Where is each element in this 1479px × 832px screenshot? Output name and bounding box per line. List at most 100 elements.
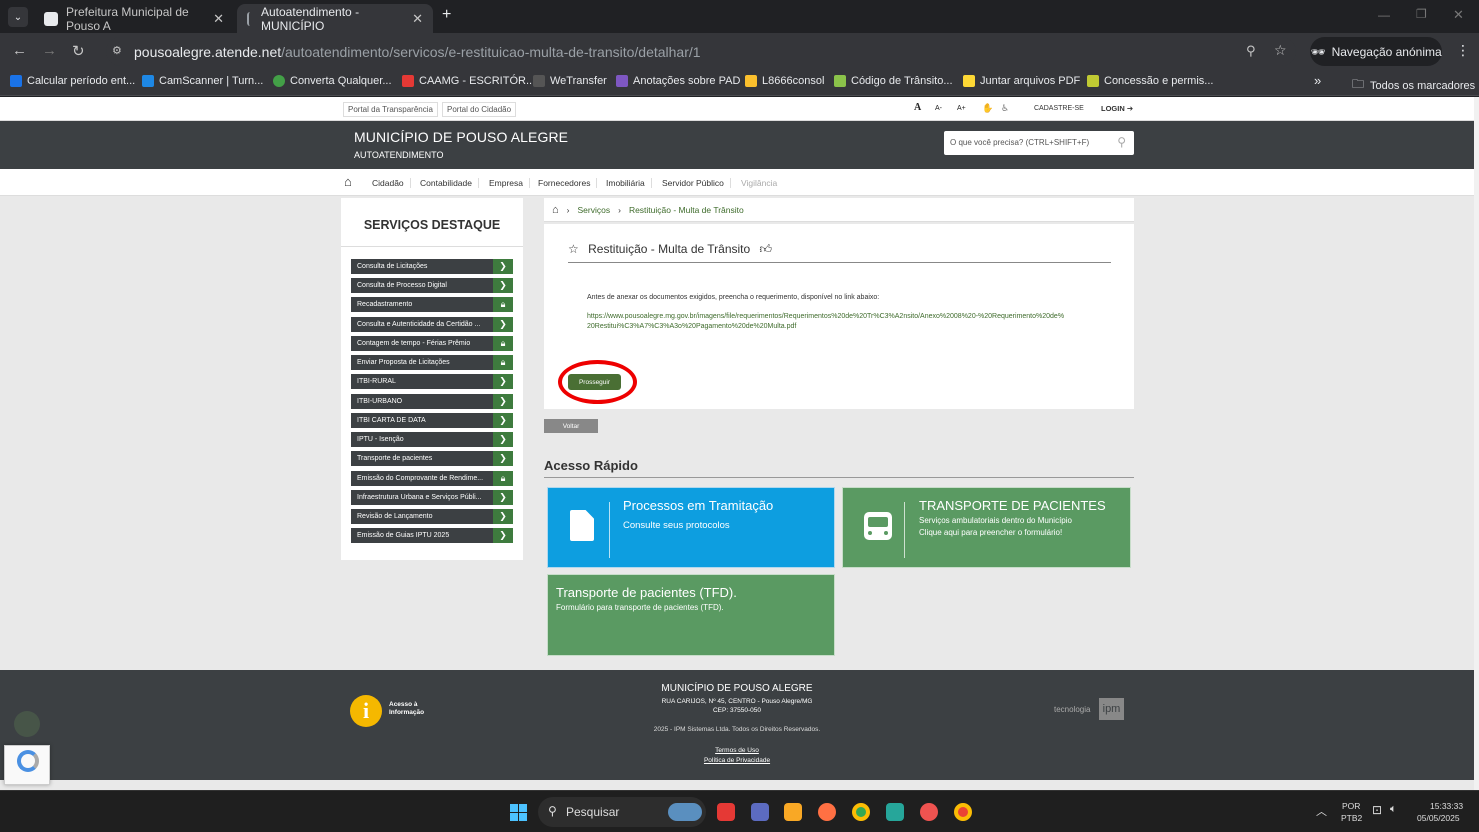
breadcrumb-services[interactable]: Serviços: [578, 205, 611, 215]
sidebar-item[interactable]: Infraestrutura Urbana e Serviços Públi..…: [351, 490, 513, 505]
network-icon[interactable]: ⊡: [1372, 803, 1382, 817]
link-citizen-portal[interactable]: Portal do Cidadão: [442, 102, 517, 117]
tab-search-button[interactable]: ⌄: [8, 7, 28, 27]
tile-tfd-transport[interactable]: Transporte de pacientes (TFD). Formulári…: [547, 574, 835, 656]
firefox-icon[interactable]: [818, 803, 836, 821]
sidebar-item[interactable]: Transporte de pacientes ❯: [351, 451, 513, 466]
tab-autoatendimento[interactable]: Autoatendimento - MUNICÍPIO ✕: [237, 4, 433, 33]
tray-chevron-icon[interactable]: ︿: [1316, 803, 1327, 819]
sidebar-item[interactable]: Consulta de Processo Digital ❯: [351, 278, 513, 293]
nav-contabilidade[interactable]: Contabilidade: [414, 178, 479, 188]
terms-of-use-link[interactable]: Termos de Uso: [715, 747, 759, 754]
bookmark-icon: [745, 75, 757, 87]
bookmark-item[interactable]: Anotações sobre PAD: [616, 75, 740, 87]
site-info-icon[interactable]: ⚙: [112, 44, 122, 57]
recaptcha-badge[interactable]: [4, 745, 50, 785]
sidebar-item[interactable]: ITBI CARTA DE DATA ❯: [351, 413, 513, 428]
privacy-policy-link[interactable]: Política de Privacidade: [704, 757, 770, 764]
home-icon[interactable]: ⌂: [552, 204, 559, 216]
sidebar-item[interactable]: ITBI-RURAL ❯: [351, 374, 513, 389]
incognito-badge[interactable]: 🕶 Navegação anónima: [1310, 37, 1442, 66]
chrome-icon[interactable]: [852, 803, 870, 821]
sidebar-item[interactable]: Emissão do Comprovante de Rendime... 🔒︎: [351, 471, 513, 486]
ipm-logo[interactable]: ipm: [1099, 698, 1124, 720]
home-icon[interactable]: ⌂: [344, 174, 352, 189]
taskbar-search[interactable]: ⚲ Pesquisar: [538, 797, 706, 827]
cookie-icon[interactable]: [14, 711, 40, 737]
more-bookmarks-button[interactable]: »: [1314, 73, 1321, 88]
service-detail-card: ☆ Restituição - Multa de Trânsito 👍︎ Ant…: [544, 224, 1134, 409]
tile-patient-transport[interactable]: TRANSPORTE DE PACIENTES Serviços ambulat…: [842, 487, 1131, 568]
nav-fornecedores[interactable]: Fornecedores: [532, 178, 598, 188]
volume-icon[interactable]: 🔈︎: [1390, 803, 1397, 816]
sidebar-item[interactable]: Revisão de Lançamento ❯: [351, 509, 513, 524]
forward-arrow-icon[interactable]: →: [42, 42, 57, 59]
sidebar-item[interactable]: IPTU - Isenção ❯: [351, 432, 513, 447]
file-explorer-icon[interactable]: [784, 803, 802, 821]
anydesk-icon[interactable]: [717, 803, 735, 821]
search-icon[interactable]: ⚲: [1117, 135, 1126, 149]
bookmark-item[interactable]: Concessão e permis...: [1087, 75, 1213, 87]
nav-vigilancia[interactable]: Vigilância: [735, 178, 783, 188]
sign-language-icon[interactable]: ✋: [982, 103, 993, 114]
link-transparency-portal[interactable]: Portal da Transparência: [343, 102, 438, 117]
accessibility-icon[interactable]: ♿: [1001, 103, 1009, 114]
font-increase-button[interactable]: A+: [957, 105, 966, 112]
bookmark-item[interactable]: Código de Trânsito...: [834, 75, 953, 87]
login-link[interactable]: LOGIN ➔: [1101, 104, 1133, 113]
sidebar-item[interactable]: Enviar Proposta de Licitações 🔒︎: [351, 355, 513, 370]
close-tab-icon[interactable]: ✕: [213, 11, 224, 27]
app-icon[interactable]: [886, 803, 904, 821]
keyboard-layout[interactable]: PTB2: [1341, 813, 1362, 823]
calculator-icon[interactable]: [751, 803, 769, 821]
sidebar-item[interactable]: ITBI-URBANO ❯: [351, 394, 513, 409]
tile-processes[interactable]: Processos em Tramitação Consulte seus pr…: [547, 487, 835, 568]
minimize-icon[interactable]: —: [1378, 8, 1390, 22]
address-bar[interactable]: ⚙ pousoalegre.atende.net/autoatendimento…: [106, 37, 1296, 66]
sidebar-item[interactable]: Contagem de tempo - Férias Prêmio 🔒︎: [351, 336, 513, 351]
sidebar-item[interactable]: Consulta e Autenticidade da Certidão ...…: [351, 317, 513, 332]
nav-empresa[interactable]: Empresa: [483, 178, 531, 188]
sidebar-item[interactable]: Recadastramento 🔒︎: [351, 297, 513, 312]
page-scrollbar[interactable]: [1474, 97, 1479, 790]
close-tab-icon[interactable]: ✕: [412, 11, 423, 27]
bookmark-star-icon[interactable]: ☆: [1274, 42, 1287, 59]
zoom-icon[interactable]: ⚲: [1246, 43, 1256, 59]
menu-dots-icon[interactable]: ⋮: [1456, 42, 1470, 59]
requirement-form-link[interactable]: https://www.pousoalegre.mg.gov.br/imagen…: [587, 312, 1067, 332]
language-indicator[interactable]: POR: [1342, 801, 1360, 811]
back-button[interactable]: Voltar: [544, 419, 598, 433]
all-bookmarks-folder[interactable]: 🗀 Todos os marcadores: [1352, 75, 1475, 96]
contrast-toggle[interactable]: A: [914, 102, 921, 113]
close-window-icon[interactable]: ✕: [1453, 7, 1464, 23]
sidebar-item[interactable]: Consulta de Licitações ❯: [351, 259, 513, 274]
font-decrease-button[interactable]: A-: [935, 105, 942, 112]
wps-office-icon[interactable]: [920, 803, 938, 821]
clock-time[interactable]: 15:33:33: [1430, 801, 1463, 811]
site-title[interactable]: MUNICÍPIO DE POUSO ALEGRE: [354, 129, 568, 145]
bookmark-item[interactable]: Calcular período ent...: [10, 75, 135, 87]
favorite-star-icon[interactable]: ☆: [568, 242, 579, 256]
nav-cidadao[interactable]: Cidadão: [366, 178, 411, 188]
nav-servidor-publico[interactable]: Servidor Público: [656, 178, 731, 188]
restore-icon[interactable]: ❐: [1416, 7, 1427, 21]
thumbs-up-icon[interactable]: 👍︎: [760, 242, 773, 256]
bookmark-item[interactable]: CamScanner | Turn...: [142, 75, 263, 87]
sidebar-item[interactable]: Emissão de Guias IPTU 2025 ❯: [351, 528, 513, 543]
chrome-active-icon[interactable]: [954, 803, 972, 821]
proceed-button[interactable]: Prosseguir: [568, 374, 621, 390]
bookmark-item[interactable]: L8666consol: [745, 75, 824, 87]
new-tab-icon[interactable]: +: [442, 6, 451, 24]
reload-icon[interactable]: ↻: [72, 42, 85, 60]
site-search-input[interactable]: O que você precisa? (CTRL+SHIFT+F) ⚲: [944, 131, 1134, 155]
bookmark-item[interactable]: Juntar arquivos PDF: [963, 75, 1080, 87]
bookmark-item[interactable]: Converta Qualquer...: [273, 75, 392, 87]
clock-date[interactable]: 05/05/2025: [1417, 813, 1460, 823]
bookmark-item[interactable]: CAAMG - ESCRITÓR...: [402, 75, 535, 87]
bookmark-item[interactable]: WeTransfer: [533, 75, 607, 87]
windows-start-icon[interactable]: [510, 804, 527, 821]
back-arrow-icon[interactable]: ←: [12, 42, 27, 59]
register-link[interactable]: CADASTRE-SE: [1034, 105, 1084, 112]
nav-imobiliaria[interactable]: Imobiliária: [600, 178, 652, 188]
tab-prefeitura[interactable]: Prefeitura Municipal de Pouso A ✕: [34, 4, 234, 33]
